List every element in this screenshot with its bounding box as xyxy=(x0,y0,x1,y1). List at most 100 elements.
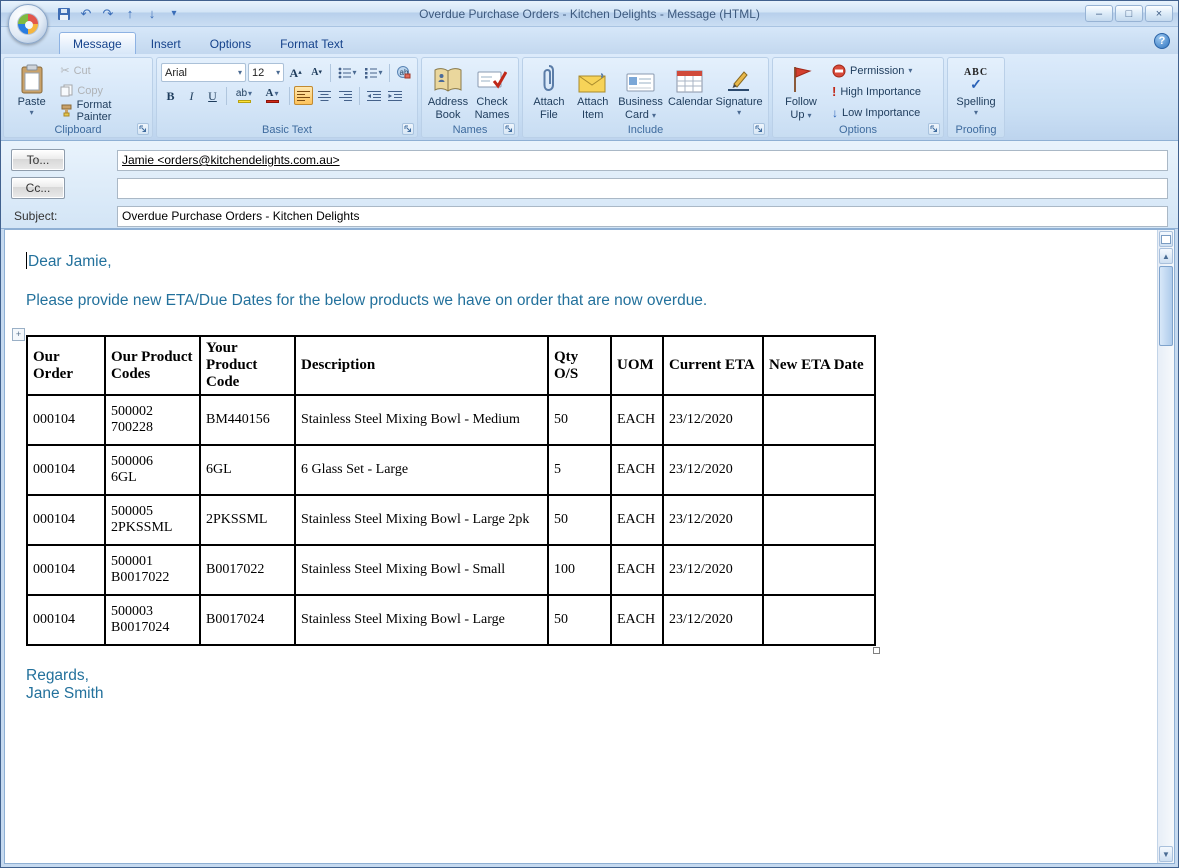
table-cell[interactable]: Stainless Steel Mixing Bowl - Medium xyxy=(295,395,548,445)
scroll-up-button[interactable]: ▲ xyxy=(1159,248,1173,264)
table-cell[interactable]: 23/12/2020 xyxy=(663,595,763,645)
font-size-combo[interactable]: 12 ▾ xyxy=(248,63,284,82)
spelling-button[interactable]: ABC ✓ Spelling ▾ xyxy=(952,61,1000,119)
tab-format-text[interactable]: Format Text xyxy=(266,32,357,54)
table-cell[interactable]: 000104 xyxy=(27,495,105,545)
align-left-button[interactable] xyxy=(294,86,313,105)
title-bar[interactable]: ↶ ↷ ↑ ↓ ▾ Overdue Purchase Orders - Kitc… xyxy=(1,1,1178,27)
tab-insert[interactable]: Insert xyxy=(137,32,195,54)
table-cell[interactable] xyxy=(763,545,875,595)
vertical-scrollbar[interactable]: ▲ ▼ xyxy=(1157,230,1174,863)
paste-button[interactable]: Paste ▾ xyxy=(8,61,55,119)
maximize-button[interactable]: □ xyxy=(1115,5,1143,22)
scroll-down-button[interactable]: ▼ xyxy=(1159,846,1173,862)
table-cell[interactable]: 50 xyxy=(548,395,611,445)
attach-file-button[interactable]: Attach File xyxy=(527,61,571,123)
table-cell[interactable]: Stainless Steel Mixing Bowl - Large 2pk xyxy=(295,495,548,545)
bold-button[interactable]: B xyxy=(161,86,180,105)
table-cell[interactable]: 6 Glass Set - Large xyxy=(295,445,548,495)
table-cell[interactable]: 000104 xyxy=(27,395,105,445)
table-cell[interactable]: 5 xyxy=(548,445,611,495)
attach-item-button[interactable]: Attach Item xyxy=(571,61,615,123)
table-cell[interactable]: 500002 700228 xyxy=(105,395,200,445)
save-button[interactable] xyxy=(55,5,73,23)
table-cell[interactable]: 500006 6GL xyxy=(105,445,200,495)
address-book-button[interactable]: Address Book xyxy=(426,61,470,123)
options-dialog-launcher[interactable] xyxy=(928,123,940,135)
business-card-button[interactable]: Business Card ▾ xyxy=(615,61,667,123)
table-cell[interactable]: 500003 B0017024 xyxy=(105,595,200,645)
cc-button[interactable]: Cc... xyxy=(11,177,65,199)
table-cell[interactable]: 500001 B0017022 xyxy=(105,545,200,595)
table-cell[interactable]: BM440156 xyxy=(200,395,295,445)
increase-indent-button[interactable] xyxy=(385,86,404,105)
office-button[interactable] xyxy=(8,4,48,44)
table-cell[interactable]: 6GL xyxy=(200,445,295,495)
clear-formatting-button[interactable]: ab xyxy=(394,63,413,82)
text-highlight-color-button[interactable]: ab ▾ xyxy=(231,86,257,105)
include-dialog-launcher[interactable] xyxy=(753,123,765,135)
decrease-indent-button[interactable] xyxy=(364,86,383,105)
italic-button[interactable]: I xyxy=(182,86,201,105)
table-cell[interactable]: 23/12/2020 xyxy=(663,445,763,495)
shrink-font-button[interactable]: A▾ xyxy=(307,63,326,82)
table-resize-grip[interactable] xyxy=(873,647,880,654)
tab-options[interactable]: Options xyxy=(196,32,265,54)
view-ruler-button[interactable] xyxy=(1159,231,1173,247)
calendar-button[interactable]: Calendar xyxy=(666,61,714,111)
table-cell[interactable]: Stainless Steel Mixing Bowl - Small xyxy=(295,545,548,595)
table-cell[interactable]: 100 xyxy=(548,545,611,595)
font-name-combo[interactable]: Arial ▾ xyxy=(161,63,246,82)
bullets-button[interactable]: ▾ xyxy=(335,63,359,82)
table-cell[interactable]: B0017022 xyxy=(200,545,295,595)
redo-button[interactable]: ↷ xyxy=(99,5,117,23)
underline-button[interactable]: U xyxy=(203,86,222,105)
message-body-editor[interactable]: Dear Jamie, Please provide new ETA/Due D… xyxy=(5,230,1157,863)
table-cell[interactable]: EACH xyxy=(611,495,663,545)
scrollbar-thumb[interactable] xyxy=(1159,266,1173,346)
align-center-button[interactable] xyxy=(315,86,334,105)
table-cell[interactable]: EACH xyxy=(611,595,663,645)
check-names-button[interactable]: Check Names xyxy=(470,61,514,123)
table-cell[interactable]: 23/12/2020 xyxy=(663,545,763,595)
table-cell[interactable]: EACH xyxy=(611,395,663,445)
table-move-handle[interactable]: + xyxy=(12,328,25,341)
table-cell[interactable]: 2PKSSML xyxy=(200,495,295,545)
high-importance-button[interactable]: ! High Importance xyxy=(829,82,924,101)
table-cell[interactable]: B0017024 xyxy=(200,595,295,645)
table-cell[interactable]: 000104 xyxy=(27,545,105,595)
names-dialog-launcher[interactable] xyxy=(503,123,515,135)
to-input[interactable]: Jamie <orders@kitchendelights.com.au> xyxy=(117,150,1168,171)
follow-up-button[interactable]: Follow Up ▾ xyxy=(777,61,825,123)
basic-text-dialog-launcher[interactable] xyxy=(402,123,414,135)
align-right-button[interactable] xyxy=(336,86,355,105)
customize-quick-access-toolbar-button[interactable]: ▾ xyxy=(165,5,183,23)
grow-font-button[interactable]: A▴ xyxy=(286,63,305,82)
table-cell[interactable]: 500005 2PKSSML xyxy=(105,495,200,545)
close-button[interactable]: × xyxy=(1145,5,1173,22)
table-cell[interactable]: 50 xyxy=(548,595,611,645)
table-cell[interactable] xyxy=(763,495,875,545)
tab-message[interactable]: Message xyxy=(59,32,136,54)
permission-button[interactable]: Permission ▾ xyxy=(829,61,924,80)
minimize-button[interactable]: – xyxy=(1085,5,1113,22)
clipboard-dialog-launcher[interactable] xyxy=(137,123,149,135)
table-cell[interactable]: 000104 xyxy=(27,445,105,495)
undo-button[interactable]: ↶ xyxy=(77,5,95,23)
table-cell[interactable] xyxy=(763,595,875,645)
table-cell[interactable]: 50 xyxy=(548,495,611,545)
table-cell[interactable]: 000104 xyxy=(27,595,105,645)
table-cell[interactable]: EACH xyxy=(611,545,663,595)
format-painter-button[interactable]: Format Painter xyxy=(57,101,148,120)
table-cell[interactable]: 23/12/2020 xyxy=(663,495,763,545)
cc-input[interactable] xyxy=(117,178,1168,199)
previous-item-button[interactable]: ↑ xyxy=(121,5,139,23)
font-color-button[interactable]: A ▾ xyxy=(259,86,285,105)
table-cell[interactable] xyxy=(763,445,875,495)
next-item-button[interactable]: ↓ xyxy=(143,5,161,23)
signature-button[interactable]: Signature ▾ xyxy=(714,61,764,119)
help-button[interactable]: ? xyxy=(1154,33,1170,49)
table-cell[interactable] xyxy=(763,395,875,445)
table-cell[interactable]: EACH xyxy=(611,445,663,495)
numbering-button[interactable]: ▾ xyxy=(361,63,385,82)
